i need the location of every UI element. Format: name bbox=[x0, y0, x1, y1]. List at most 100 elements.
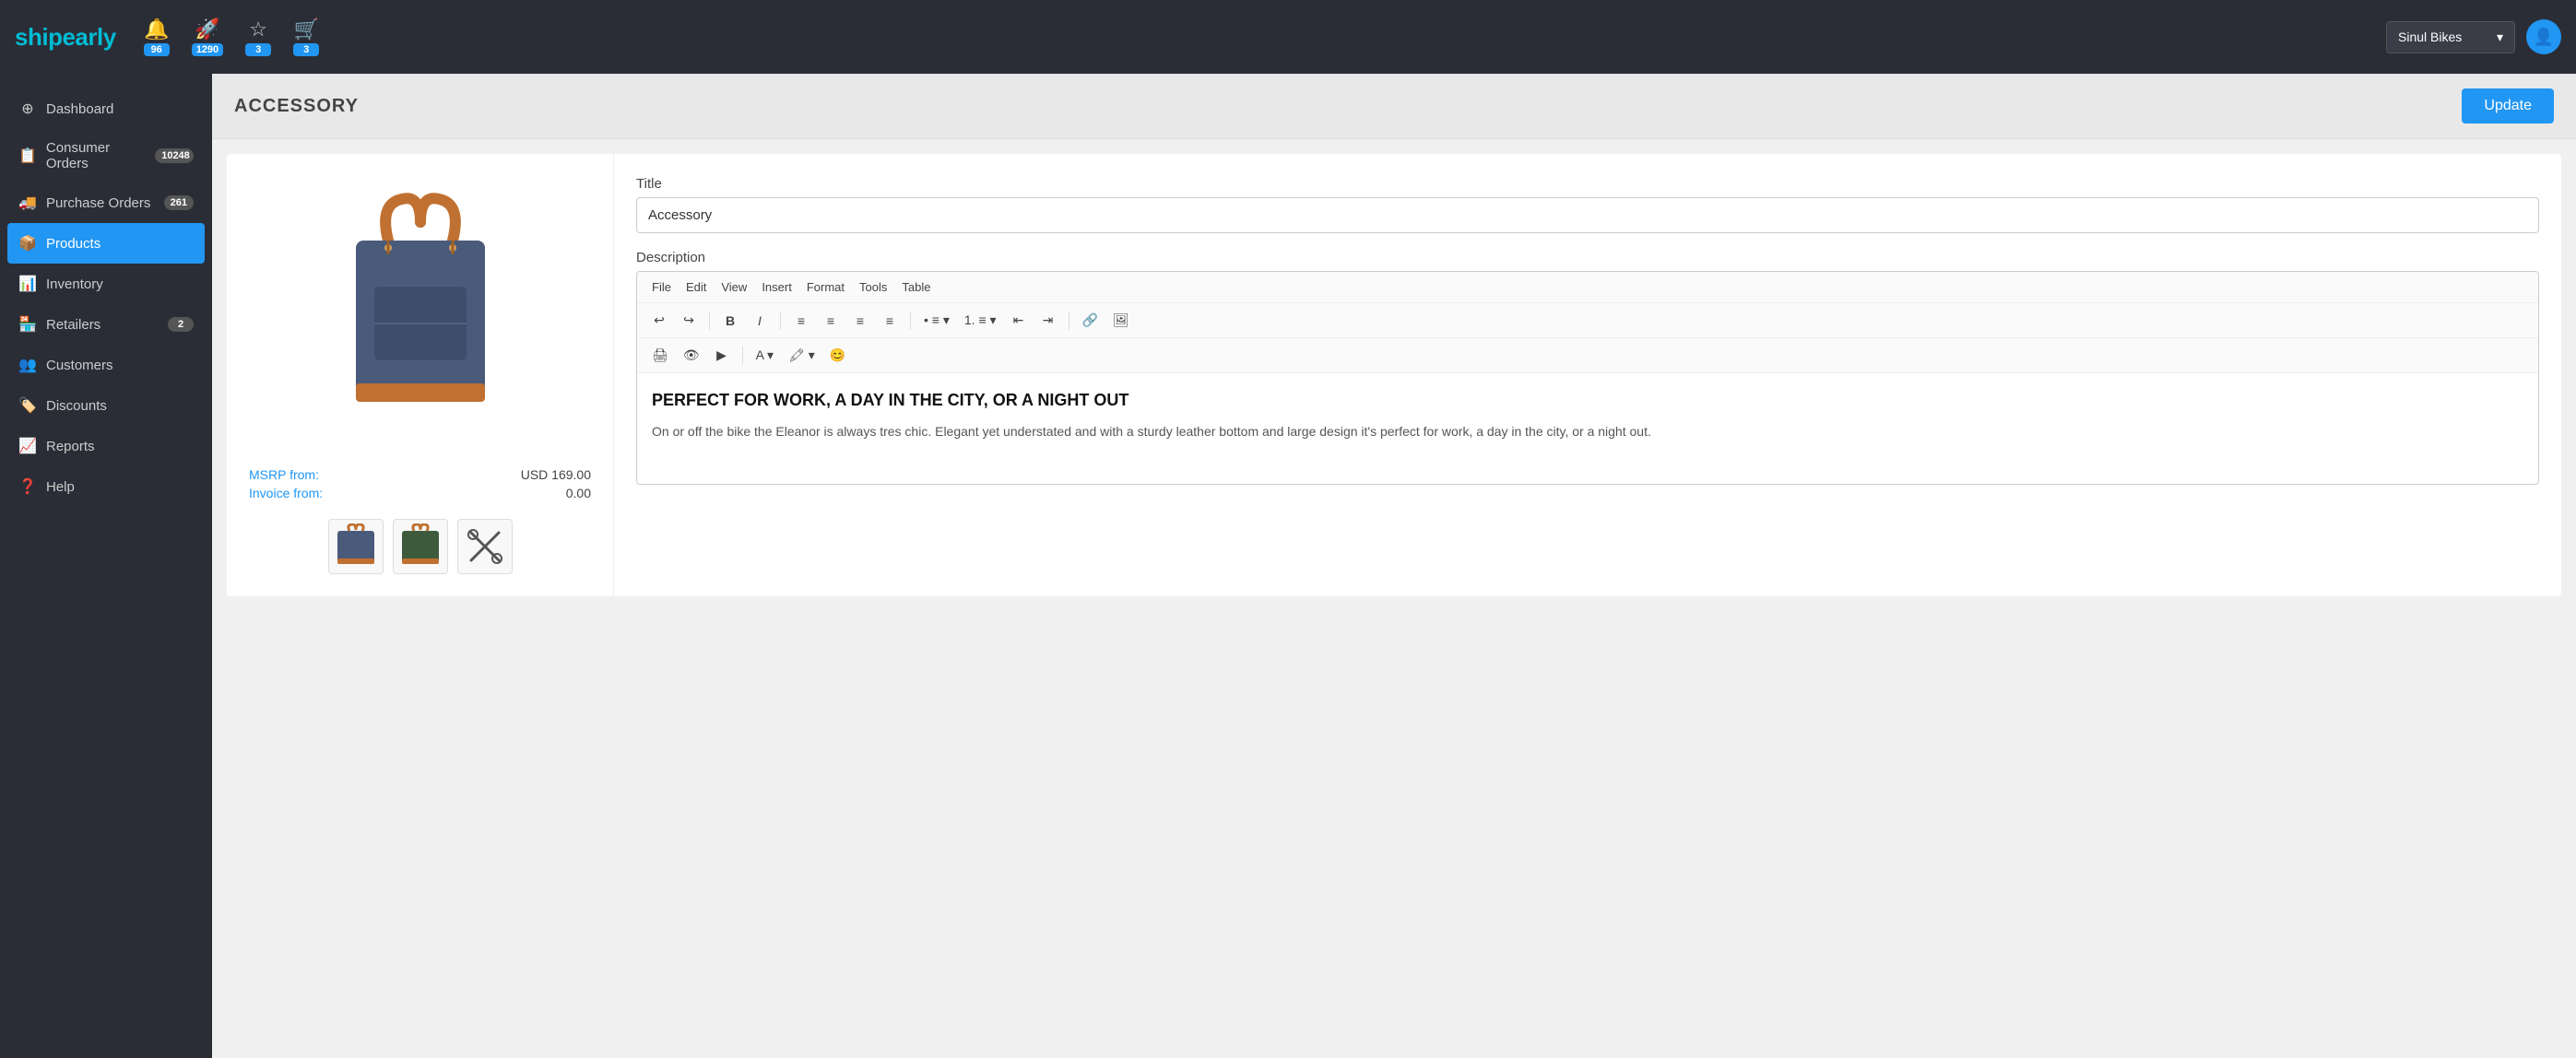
sidebar-label-customers: Customers bbox=[46, 358, 113, 373]
purchase-orders-icon: 🚚 bbox=[18, 194, 37, 212]
preview-button[interactable]: 👁 bbox=[678, 344, 705, 367]
sidebar-item-help[interactable]: ❓ Help bbox=[0, 466, 212, 507]
title-input[interactable] bbox=[636, 197, 2539, 233]
media-button[interactable]: ▶ bbox=[709, 344, 735, 367]
image-button[interactable]: 🖼 bbox=[1107, 309, 1135, 332]
product-pricing: MSRP from: USD 169.00 Invoice from: 0.00 bbox=[249, 467, 591, 504]
bullet-list-button[interactable]: • ≡ ▾ bbox=[918, 309, 955, 332]
rte-menu-table[interactable]: Table bbox=[896, 277, 936, 297]
cart-badge: 3 bbox=[293, 43, 319, 56]
align-justify-button[interactable]: ≡ bbox=[877, 310, 903, 332]
user-avatar-button[interactable]: 👤 bbox=[2526, 19, 2561, 54]
description-field-label: Description bbox=[636, 250, 2539, 265]
thumbnail-2[interactable] bbox=[393, 519, 448, 574]
logo-part2: early bbox=[62, 23, 115, 51]
sidebar-item-dashboard[interactable]: ⊕ Dashboard bbox=[0, 88, 212, 129]
align-center-button[interactable]: ≡ bbox=[818, 310, 844, 332]
align-left-button[interactable]: ≡ bbox=[788, 310, 814, 332]
product-form: Title Description File Edit View Insert … bbox=[614, 154, 2561, 596]
rte-content-area[interactable]: PERFECT FOR WORK, A DAY IN THE CITY, OR … bbox=[637, 373, 2538, 484]
sidebar-item-inventory[interactable]: 📊 Inventory bbox=[0, 264, 212, 304]
sidebar-item-customers[interactable]: 👥 Customers bbox=[0, 345, 212, 385]
star-badge: 3 bbox=[245, 43, 271, 56]
rte-menu-tools[interactable]: Tools bbox=[854, 277, 892, 297]
toolbar-separator-3 bbox=[910, 312, 911, 330]
msrp-value: USD 169.00 bbox=[521, 467, 591, 482]
redo-button[interactable]: ↪ bbox=[676, 309, 702, 332]
sidebar-item-purchase-orders[interactable]: 🚚 Purchase Orders 261 bbox=[0, 182, 212, 223]
msrp-label: MSRP from: bbox=[249, 467, 319, 482]
rte-body-text: On or off the bike the Eleanor is always… bbox=[652, 422, 2523, 441]
notification-badge: 96 bbox=[144, 43, 170, 56]
sidebar-label-discounts: Discounts bbox=[46, 398, 107, 414]
rich-text-editor: File Edit View Insert Format Tools Table… bbox=[636, 271, 2539, 485]
logo[interactable]: shipearly bbox=[15, 23, 116, 52]
sidebar-label-inventory: Inventory bbox=[46, 276, 103, 292]
dashboard-icon: ⊕ bbox=[18, 100, 37, 118]
main-layout: ⊕ Dashboard 📋 Consumer Orders 10248 🚚 Pu… bbox=[0, 74, 2576, 1058]
thumbnail-1[interactable] bbox=[328, 519, 384, 574]
highlight-button[interactable]: 🖍 ▾ bbox=[783, 344, 821, 367]
store-name: Sinul Bikes bbox=[2398, 29, 2462, 44]
link-button[interactable]: 🔗 bbox=[1077, 309, 1104, 332]
sidebar-label-help: Help bbox=[46, 479, 75, 495]
page-header: ACCESSORY Update bbox=[212, 74, 2576, 139]
rte-menu-file[interactable]: File bbox=[646, 277, 677, 297]
help-icon: ❓ bbox=[18, 477, 37, 496]
invoice-label: Invoice from: bbox=[249, 486, 323, 500]
toolbar-separator-2 bbox=[780, 312, 781, 330]
store-selector[interactable]: Sinul Bikes ▾ bbox=[2386, 21, 2515, 53]
rte-toolbar-2: 🖨 👁 ▶ A ▾ 🖍 ▾ 😊 bbox=[637, 338, 2538, 373]
nav-icon-group: 🔔 96 🚀 1290 ☆ 3 🛒 3 bbox=[144, 18, 319, 56]
sidebar-label-purchase-orders: Purchase Orders bbox=[46, 195, 150, 211]
sidebar-item-consumer-orders[interactable]: 📋 Consumer Orders 10248 bbox=[0, 129, 212, 182]
sidebar-label-retailers: Retailers bbox=[46, 317, 100, 333]
consumer-orders-badge: 10248 bbox=[155, 148, 194, 163]
retailers-badge: 2 bbox=[168, 317, 194, 332]
update-button[interactable]: Update bbox=[2462, 88, 2554, 123]
product-image-section: MSRP from: USD 169.00 Invoice from: 0.00 bbox=[227, 154, 614, 596]
toolbar-separator-5 bbox=[742, 347, 743, 365]
rte-menu-edit[interactable]: Edit bbox=[680, 277, 712, 297]
undo-button[interactable]: ↩ bbox=[646, 309, 672, 332]
product-thumbnails bbox=[328, 519, 513, 574]
user-icon: 👤 bbox=[2534, 28, 2554, 47]
sidebar-item-reports[interactable]: 📈 Reports bbox=[0, 426, 212, 466]
sidebar: ⊕ Dashboard 📋 Consumer Orders 10248 🚚 Pu… bbox=[0, 74, 212, 1058]
emoji-button[interactable]: 😊 bbox=[824, 344, 851, 367]
toolbar-separator-1 bbox=[709, 312, 710, 330]
reports-icon: 📈 bbox=[18, 437, 37, 455]
top-navigation: shipearly 🔔 96 🚀 1290 ☆ 3 🛒 3 Sinul Bike… bbox=[0, 0, 2576, 74]
thumbnail-3[interactable] bbox=[457, 519, 513, 574]
sidebar-label-consumer-orders: Consumer Orders bbox=[46, 140, 146, 171]
font-color-button[interactable]: A ▾ bbox=[750, 344, 779, 367]
discounts-icon: 🏷️ bbox=[18, 396, 37, 415]
indent-button[interactable]: ⇥ bbox=[1035, 309, 1061, 332]
rte-menu-insert[interactable]: Insert bbox=[756, 277, 798, 297]
sidebar-item-discounts[interactable]: 🏷️ Discounts bbox=[0, 385, 212, 426]
star-icon-btn[interactable]: ☆ 3 bbox=[245, 18, 271, 56]
sidebar-label-reports: Reports bbox=[46, 439, 95, 454]
rte-heading: PERFECT FOR WORK, A DAY IN THE CITY, OR … bbox=[652, 388, 2523, 413]
align-right-button[interactable]: ≡ bbox=[847, 310, 873, 332]
rte-menu-format[interactable]: Format bbox=[801, 277, 850, 297]
page-title: ACCESSORY bbox=[234, 96, 359, 117]
numbered-list-button[interactable]: 1. ≡ ▾ bbox=[959, 309, 1002, 332]
chevron-down-icon: ▾ bbox=[2497, 29, 2503, 45]
purchase-orders-badge: 261 bbox=[164, 195, 194, 210]
inventory-icon: 📊 bbox=[18, 275, 37, 293]
print-button[interactable]: 🖨 bbox=[646, 344, 674, 367]
bold-button[interactable]: B bbox=[717, 310, 743, 332]
italic-button[interactable]: I bbox=[747, 310, 773, 332]
rocket-badge: 1290 bbox=[192, 43, 223, 56]
rte-menu-view[interactable]: View bbox=[715, 277, 752, 297]
invoice-value: 0.00 bbox=[566, 486, 591, 500]
cart-icon-btn[interactable]: 🛒 3 bbox=[293, 18, 319, 56]
sidebar-item-retailers[interactable]: 🏪 Retailers 2 bbox=[0, 304, 212, 345]
rocket-icon-btn[interactable]: 🚀 1290 bbox=[192, 18, 223, 56]
product-image bbox=[282, 176, 559, 453]
sidebar-label-dashboard: Dashboard bbox=[46, 101, 113, 117]
notification-icon-btn[interactable]: 🔔 96 bbox=[144, 18, 170, 56]
sidebar-item-products[interactable]: 📦 Products bbox=[7, 223, 205, 264]
outdent-button[interactable]: ⇤ bbox=[1006, 309, 1032, 332]
